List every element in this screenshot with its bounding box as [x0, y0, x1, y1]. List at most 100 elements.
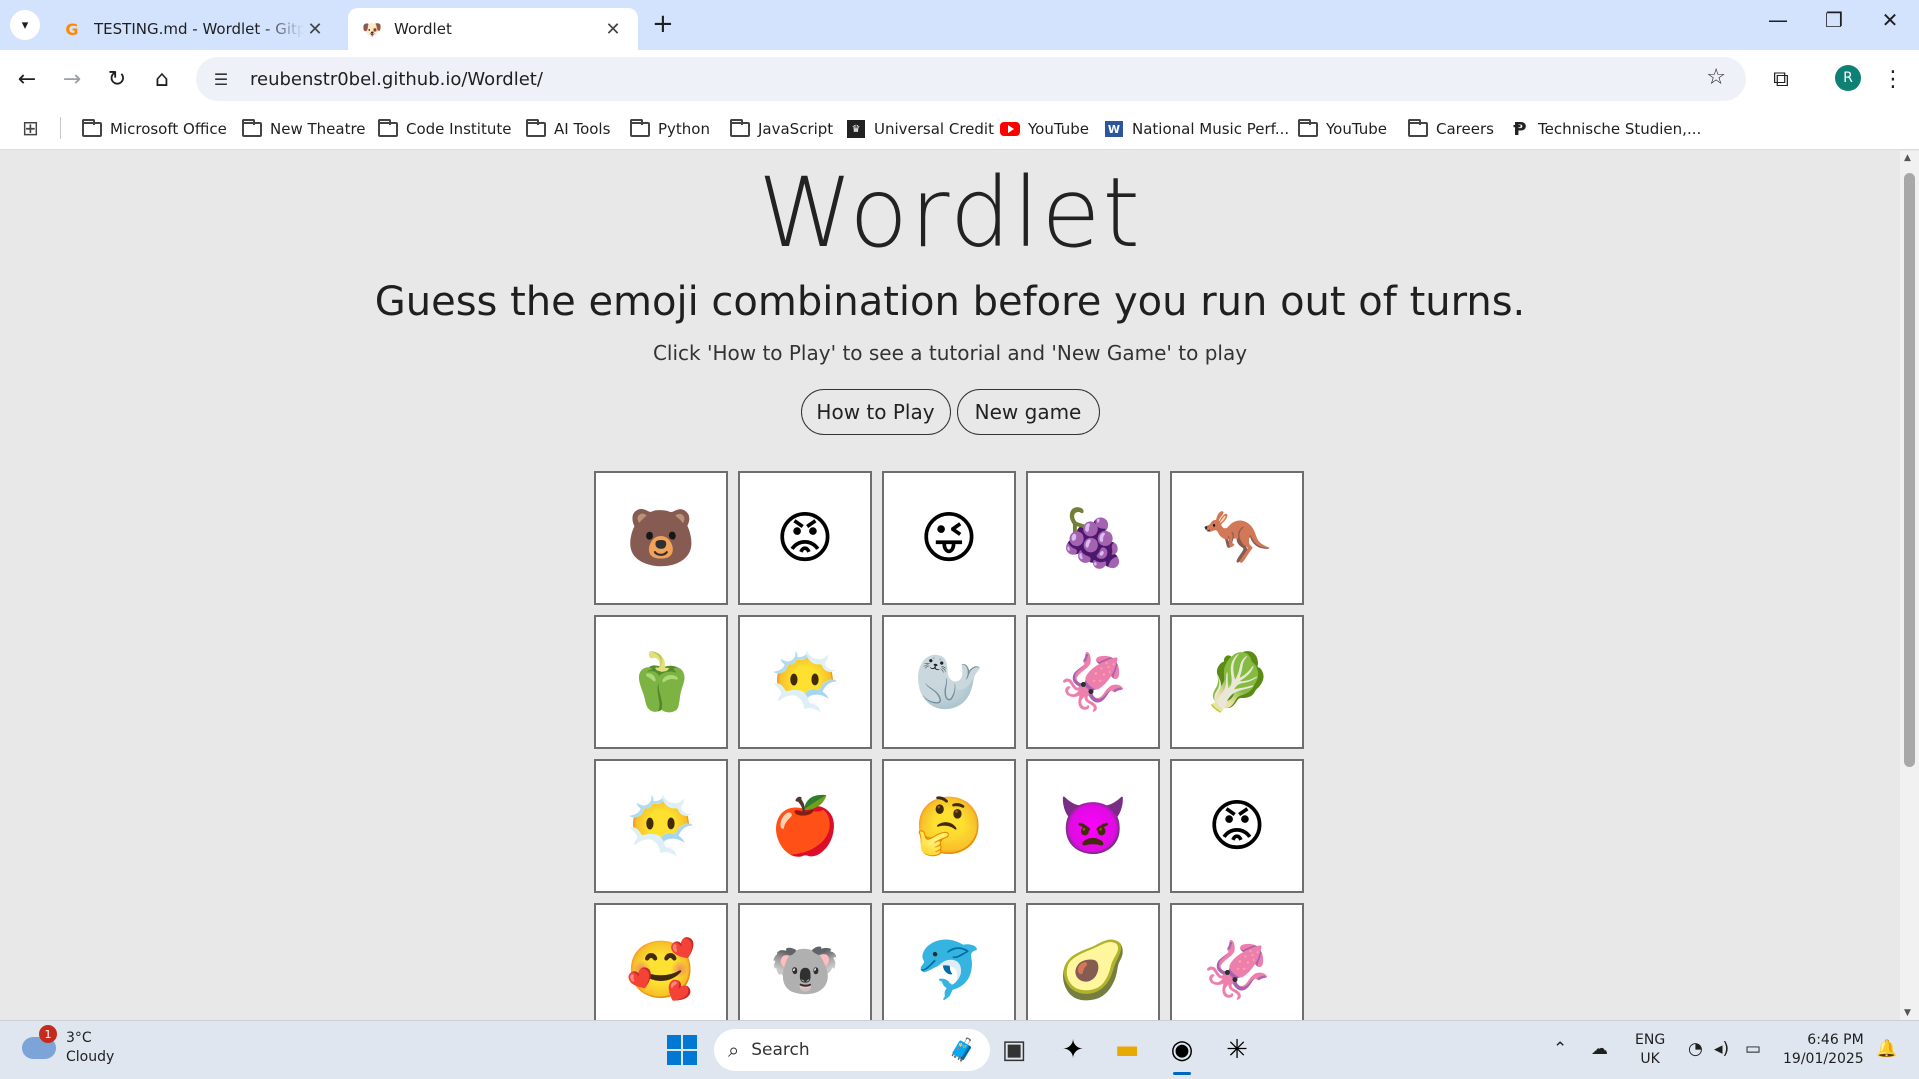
weather-widget[interactable]: 1 3°C Cloudy — [22, 1025, 114, 1067]
new-game-button[interactable]: New game — [956, 389, 1100, 435]
tab-search-chevron-icon[interactable]: ▾ — [10, 10, 40, 40]
cloud-icon: 1 — [22, 1025, 57, 1059]
taskbar-search[interactable]: ⌕ Search 🧳 — [714, 1029, 990, 1071]
battery-icon[interactable]: ▭ — [1745, 1039, 1761, 1059]
folder-icon — [526, 118, 546, 137]
scroll-up-icon[interactable]: ▲ — [1904, 153, 1911, 163]
language-indicator[interactable]: ENG UK — [1635, 1031, 1665, 1069]
grid-cell[interactable]: 😜 — [882, 471, 1016, 605]
bookmark-youtube-folder[interactable]: YouTube — [1298, 116, 1387, 142]
bookmark-careers[interactable]: Careers — [1408, 116, 1494, 142]
close-tab-icon[interactable]: ✕ — [602, 19, 624, 40]
bookmark-microsoft-office[interactable]: Microsoft Office — [82, 116, 227, 142]
youtube-icon — [1000, 121, 1020, 137]
copilot-icon[interactable]: ✦ — [1054, 1031, 1092, 1069]
bookmark-national-music[interactable]: W National Music Perf... — [1104, 116, 1289, 142]
bookmark-code-institute[interactable]: Code Institute — [378, 116, 511, 142]
menu-kebab-icon[interactable]: ⋮ — [1876, 62, 1910, 96]
tab-testing-md[interactable]: G TESTING.md - Wordlet - Gitpod ✕ — [48, 8, 340, 50]
dog-icon: 🐶 — [362, 19, 382, 39]
grid-cell[interactable]: 🐨 — [738, 903, 872, 1020]
bookmark-youtube[interactable]: YouTube — [1000, 116, 1089, 142]
windows-start-icon[interactable] — [667, 1035, 697, 1065]
folder-icon — [1408, 118, 1428, 137]
restore-icon[interactable]: ❐ — [1814, 8, 1854, 32]
close-tab-icon[interactable]: ✕ — [304, 19, 326, 40]
new-tab-plus-icon[interactable]: + — [652, 11, 674, 37]
scroll-thumb[interactable] — [1904, 173, 1915, 767]
url-text[interactable]: reubenstr0bel.github.io/Wordlet/ — [250, 69, 543, 90]
grid-cell[interactable]: 🍎 — [738, 759, 872, 893]
bookmark-ai-tools[interactable]: AI Tools — [526, 116, 610, 142]
forward-arrow-icon[interactable]: → — [55, 62, 89, 96]
slack-icon[interactable]: ✳ — [1218, 1031, 1256, 1069]
grid-cell[interactable]: 🥰 — [594, 903, 728, 1020]
gitpod-icon: G — [65, 19, 79, 39]
grid-cell[interactable]: 🦘 — [1170, 471, 1304, 605]
grid-cell[interactable]: 🥑 — [1026, 903, 1160, 1020]
search-placeholder: Search — [751, 1040, 810, 1060]
grid-cell[interactable]: 😡 — [1170, 759, 1304, 893]
page-scrollbar[interactable]: ▲ ▼ — [1900, 151, 1919, 1020]
clock[interactable]: 6:46 PM 19/01/2025 — [1783, 1031, 1864, 1069]
how-to-play-button[interactable]: How to Play — [800, 389, 951, 435]
close-window-icon[interactable]: ✕ — [1870, 8, 1910, 32]
notification-badge: 1 — [39, 1025, 57, 1043]
folder-icon — [242, 118, 262, 137]
search-icon: ⌕ — [728, 1038, 740, 1062]
extensions-puzzle-icon[interactable]: ⧉ — [1764, 62, 1798, 96]
page-title: Wordlet — [757, 157, 1143, 269]
grid-cell[interactable]: 🐻 — [594, 471, 728, 605]
file-explorer-icon[interactable]: ▬ — [1108, 1031, 1146, 1069]
chrome-icon[interactable]: ◉ — [1163, 1031, 1201, 1075]
grid-cell[interactable]: 🦭 — [882, 615, 1016, 749]
grid-cell[interactable]: 🥬 — [1170, 615, 1304, 749]
grid-cell[interactable]: 🍇 — [1026, 471, 1160, 605]
grid-cell[interactable]: 😶‍🌫️ — [594, 759, 728, 893]
address-bar[interactable]: ☰ reubenstr0bel.github.io/Wordlet/ ☆ — [196, 57, 1746, 101]
universal-credit-icon: ♛ — [846, 120, 866, 138]
notifications-bell-icon[interactable]: 🔔 — [1876, 1039, 1897, 1059]
weather-temperature: 3°C — [66, 1030, 92, 1046]
bookmark-universal-credit[interactable]: ♛ Universal Credit — [846, 116, 994, 142]
bookmark-javascript[interactable]: JavaScript — [730, 116, 833, 142]
wordlet-page: Wordlet Guess the emoji combination befo… — [0, 151, 1900, 1020]
grid-cell[interactable]: 😶‍🌫️ — [738, 615, 872, 749]
reload-icon[interactable]: ↻ — [100, 62, 134, 96]
profile-avatar[interactable]: R — [1835, 65, 1861, 91]
grid-cell[interactable]: 🦑 — [1170, 903, 1304, 1020]
date: 19/01/2025 — [1783, 1051, 1864, 1067]
grid-cell[interactable]: 🐬 — [882, 903, 1016, 1020]
scroll-down-icon[interactable]: ▼ — [1904, 1008, 1911, 1018]
wifi-icon[interactable]: ◔ — [1688, 1039, 1703, 1059]
folder-icon — [730, 118, 750, 137]
bookmark-star-icon[interactable]: ☆ — [1706, 65, 1726, 90]
grid-cell[interactable]: 😡 — [738, 471, 872, 605]
bookmark-new-theatre[interactable]: New Theatre — [242, 116, 366, 142]
grid-cell[interactable]: 👿 — [1026, 759, 1160, 893]
grid-cell[interactable]: 🤔 — [882, 759, 1016, 893]
minimize-icon[interactable]: — — [1758, 8, 1798, 32]
apps-grid-icon[interactable]: ⊞ — [22, 116, 39, 140]
tab-strip: ▾ G TESTING.md - Wordlet - Gitpod ✕ 🐶 Wo… — [0, 0, 1919, 50]
site-info-icon[interactable]: ☰ — [208, 66, 234, 92]
search-highlight-icon: 🧳 — [948, 1037, 976, 1063]
show-hidden-icons-chevron[interactable]: ⌃ — [1553, 1039, 1567, 1059]
browser-toolbar: ← → ↻ ⌂ ☰ reubenstr0bel.github.io/Wordle… — [0, 50, 1919, 108]
grid-cell[interactable]: 🫑 — [594, 615, 728, 749]
volume-icon[interactable]: ◂) — [1714, 1039, 1729, 1059]
onedrive-cloud-icon[interactable]: ☁ — [1591, 1039, 1608, 1059]
bookmark-python[interactable]: Python — [630, 116, 710, 142]
word-icon: W — [1104, 121, 1124, 137]
grid-cell[interactable]: 🦑 — [1026, 615, 1160, 749]
bookmark-technische-studien[interactable]: Ᵽ Technische Studien,... — [1510, 116, 1701, 142]
time: 6:46 PM — [1807, 1032, 1864, 1048]
back-arrow-icon[interactable]: ← — [10, 62, 44, 96]
tab-wordlet[interactable]: 🐶 Wordlet ✕ — [348, 8, 638, 50]
task-view-icon[interactable]: ▣ — [995, 1031, 1033, 1069]
emoji-grid: 🐻 😡 😜 🍇 🦘 🫑 😶‍🌫️ 🦭 🦑 🥬 😶‍🌫️ 🍎 🤔 👿 😡 🥰 🐨 … — [594, 471, 1304, 1020]
folder-icon — [1298, 118, 1318, 137]
home-icon[interactable]: ⌂ — [145, 62, 179, 96]
folder-icon — [82, 118, 102, 137]
action-buttons: How to Play New game — [0, 389, 1900, 435]
